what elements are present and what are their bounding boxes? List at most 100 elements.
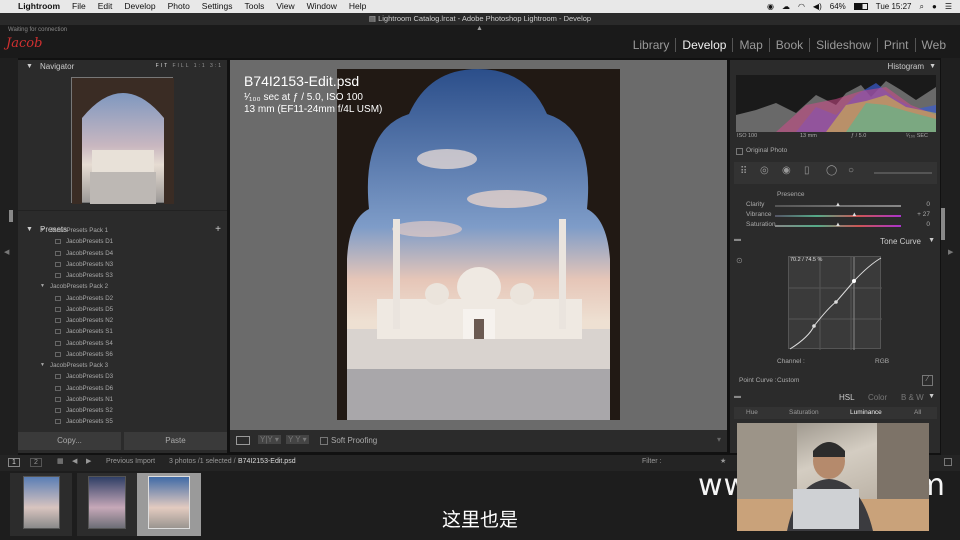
folder-triangle-icon[interactable]: ▼ — [40, 281, 45, 292]
right-panel-scrollbar[interactable] — [941, 208, 945, 240]
preset-item[interactable]: JacobPresets D3 — [18, 371, 227, 382]
channel-select[interactable]: RGB — [875, 358, 889, 365]
toolbar-menu-icon[interactable]: ▾ — [717, 435, 721, 444]
hsl-tab[interactable]: HSL — [839, 393, 855, 402]
target-adjust-icon[interactable]: ⊙ — [736, 256, 743, 265]
luminance-subtab[interactable]: Luminance — [850, 409, 882, 416]
collapse-right-icon[interactable]: ▶ — [948, 248, 953, 256]
zoom-1-1[interactable]: 1:1 — [194, 63, 207, 69]
module-print[interactable]: Print — [878, 38, 916, 52]
soft-proofing-checkbox[interactable] — [320, 437, 328, 445]
collapse-left-icon[interactable]: ◀ — [4, 248, 9, 256]
preset-folder[interactable]: ▼ JacobPresets Pack 1 — [18, 225, 227, 236]
module-library[interactable]: Library — [627, 38, 677, 52]
histogram[interactable] — [736, 75, 936, 132]
panel-scrollbar[interactable] — [9, 210, 13, 222]
zoom-3-1[interactable]: 3:1 — [210, 63, 223, 69]
zoom-fill[interactable]: FILL — [172, 63, 190, 69]
presence-value[interactable]: + 27 — [906, 211, 930, 218]
navigator-preview[interactable] — [71, 77, 174, 204]
menu-edit[interactable]: Edit — [92, 0, 119, 13]
menu-help[interactable]: Help — [343, 0, 372, 13]
hsl-switch-icon[interactable]: ▬ — [734, 393, 741, 400]
collapse-triangle-icon[interactable]: ▼ — [26, 60, 33, 73]
user-icon[interactable]: ● — [932, 2, 937, 11]
menu-lightroom[interactable]: Lightroom — [12, 0, 66, 13]
preset-item[interactable]: JacobPresets D4 — [18, 248, 227, 259]
page-2-button[interactable]: 2 — [30, 458, 42, 467]
presence-value[interactable]: 0 — [906, 201, 930, 208]
main-photo[interactable] — [337, 69, 620, 420]
loupe-view-icon[interactable] — [236, 436, 250, 445]
hue-subtab[interactable]: Hue — [746, 409, 758, 416]
preset-item[interactable]: JacobPresets N1 — [18, 394, 227, 405]
menu-photo[interactable]: Photo — [162, 0, 196, 13]
copy-button[interactable]: Copy... — [18, 432, 121, 450]
rating-star-icon[interactable]: ★ — [720, 457, 726, 465]
preset-item[interactable]: JacobPresets S6 — [18, 349, 227, 360]
bw-tab[interactable]: B & W — [901, 393, 924, 402]
presence-slider-track[interactable] — [775, 215, 901, 217]
preset-item[interactable]: JacobPresets N2 — [18, 315, 227, 326]
forward-arrow-icon[interactable]: ▶ — [86, 457, 91, 465]
module-map[interactable]: Map — [733, 38, 770, 52]
preset-item[interactable]: JacobPresets D5 — [18, 304, 227, 315]
navigator-header[interactable]: ▼ Navigator FIT FILL 1:1 3:1 — [18, 60, 227, 73]
preset-item[interactable]: JacobPresets D1 — [18, 236, 227, 247]
module-slideshow[interactable]: Slideshow — [810, 38, 878, 52]
color-tab[interactable]: Color — [868, 393, 887, 402]
collapse-top-icon[interactable]: ▲ — [476, 25, 483, 32]
presence-slider-thumb[interactable]: ▲ — [835, 222, 841, 228]
menu-file[interactable]: File — [66, 0, 92, 13]
preset-folder[interactable]: ▼ JacobPresets Pack 3 — [18, 360, 227, 371]
graduated-filter-icon[interactable]: ▯ — [804, 165, 810, 176]
presence-slider-thumb[interactable]: ▲ — [851, 212, 857, 218]
control-center-icon[interactable]: ☰ — [945, 2, 952, 11]
module-develop[interactable]: Develop — [676, 38, 734, 52]
original-photo-checkbox[interactable] — [736, 148, 743, 155]
preset-item[interactable]: JacobPresets S3 — [18, 270, 227, 281]
before-after-split-icon[interactable]: Y Y ▾ — [286, 435, 309, 444]
record-icon[interactable]: ◉ — [767, 2, 774, 11]
wifi-icon[interactable]: ◠ — [798, 2, 805, 11]
battery-percent[interactable]: 64% — [830, 2, 846, 11]
module-book[interactable]: Book — [770, 38, 811, 52]
tone-curve-header[interactable]: ▬ Tone Curve ▼ — [734, 236, 937, 248]
paste-button[interactable]: Paste — [124, 432, 227, 450]
all-subtab[interactable]: All — [914, 409, 921, 416]
adjustment-brush-icon[interactable]: ○ — [848, 165, 854, 176]
volume-icon[interactable]: ◀) — [813, 2, 822, 11]
menu-develop[interactable]: Develop — [118, 0, 161, 13]
clock[interactable]: Tue 15:27 — [876, 2, 912, 11]
tool-slider[interactable] — [874, 172, 932, 174]
menu-tools[interactable]: Tools — [239, 0, 271, 13]
presence-slider-thumb[interactable]: ▲ — [835, 202, 841, 208]
page-1-button[interactable]: 1 — [8, 458, 20, 467]
saturation-subtab[interactable]: Saturation — [789, 409, 819, 416]
filter-lock-icon[interactable] — [944, 458, 952, 466]
creative-cloud-icon[interactable]: ☁ — [782, 2, 790, 11]
preset-item[interactable]: JacobPresets S2 — [18, 405, 227, 416]
menu-view[interactable]: View — [270, 0, 300, 13]
back-arrow-icon[interactable]: ◀ — [72, 457, 77, 465]
folder-triangle-icon[interactable]: ▼ — [40, 360, 45, 371]
radial-filter-icon[interactable]: ◯ — [826, 165, 837, 176]
histogram-header[interactable]: Histogram ▼ — [730, 60, 940, 73]
red-eye-icon[interactable]: ◉ — [782, 165, 791, 176]
zoom-fit[interactable]: FIT — [156, 63, 169, 69]
preset-item[interactable]: JacobPresets D2 — [18, 293, 227, 304]
tone-curve-switch-icon[interactable]: ▬ — [734, 236, 741, 243]
before-after-icon[interactable]: Y|Y ▾ — [258, 435, 281, 444]
selected-filename[interactable]: B74I2153-Edit.psd — [238, 458, 296, 465]
preset-item[interactable]: JacobPresets S1 — [18, 326, 227, 337]
spot-removal-icon[interactable]: ◎ — [760, 165, 769, 176]
presence-value[interactable]: 0 — [906, 221, 930, 228]
menu-window[interactable]: Window — [301, 0, 343, 13]
preset-item[interactable]: JacobPresets S5 — [18, 416, 227, 427]
menu-settings[interactable]: Settings — [196, 0, 239, 13]
preset-folder[interactable]: ▼ JacobPresets Pack 2 — [18, 281, 227, 292]
grid-view-icon[interactable]: ▦ — [57, 457, 64, 465]
collapse-triangle-icon[interactable]: ▼ — [928, 237, 935, 244]
search-icon[interactable]: ⌕ — [920, 2, 924, 12]
tone-curve-graph[interactable] — [788, 256, 882, 350]
